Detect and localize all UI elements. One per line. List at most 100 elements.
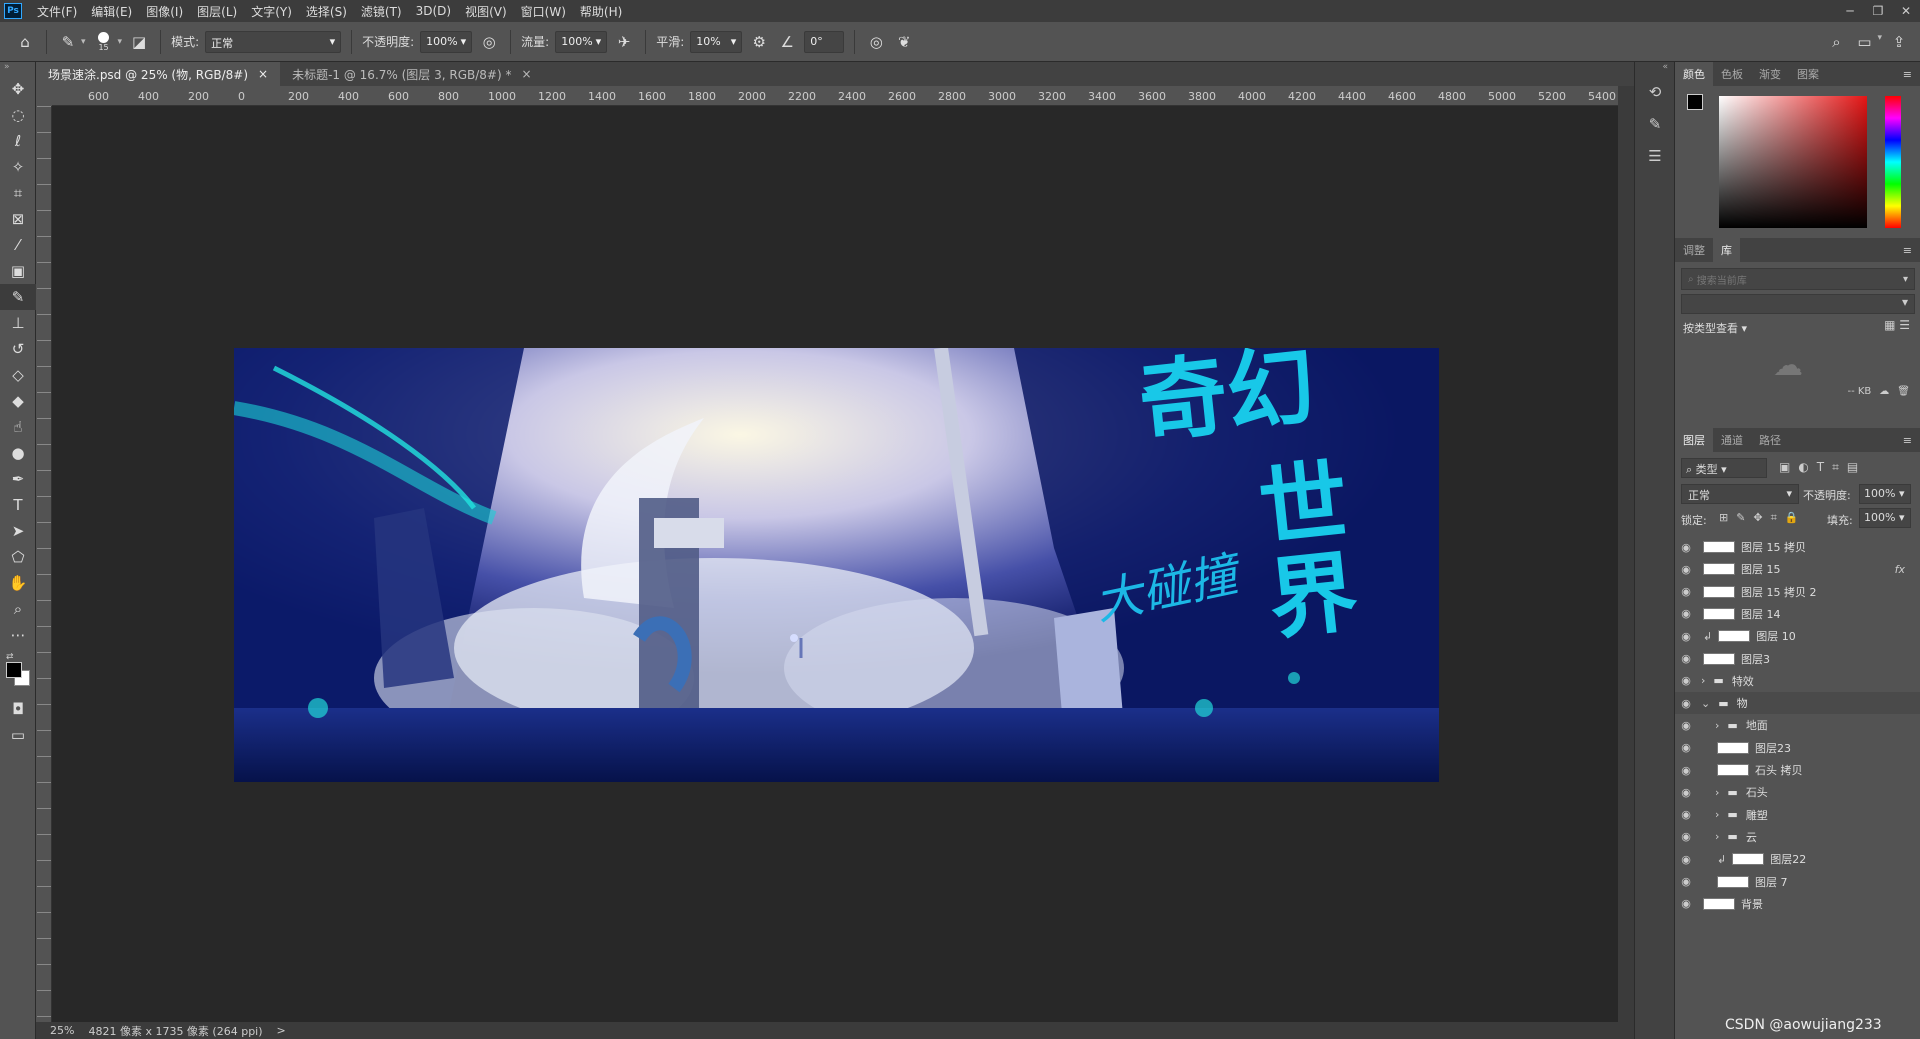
chevron-down-icon[interactable]: ▾	[1877, 33, 1882, 51]
opacity-input[interactable]: 100% ▾	[420, 30, 473, 53]
tab-gradients[interactable]: 渐变	[1751, 62, 1789, 86]
minimize-icon[interactable]: ─	[1836, 0, 1864, 22]
menu-select[interactable]: 选择(S)	[299, 3, 354, 20]
pressure-size-icon[interactable]: ◎	[865, 33, 887, 51]
layer-row[interactable]: ◉ › ▬ 石头	[1675, 781, 1920, 803]
menu-image[interactable]: 图像(I)	[139, 3, 190, 20]
layer-row[interactable]: ◉ › ▬ 特效	[1675, 670, 1920, 692]
view-by-type[interactable]: 按类型查看 ▾	[1683, 320, 1747, 336]
brush-tool-icon[interactable]: ✎	[57, 33, 79, 51]
panel-menu-icon[interactable]: ≡	[1895, 238, 1920, 262]
chevron-right-icon[interactable]: ›	[1701, 674, 1705, 687]
visibility-eye-icon[interactable]: ◉	[1675, 764, 1697, 777]
visibility-eye-icon[interactable]: ◉	[1675, 563, 1697, 576]
tab-patterns[interactable]: 图案	[1789, 62, 1827, 86]
menu-type[interactable]: 文字(Y)	[244, 3, 299, 20]
eyedropper-tool-icon[interactable]: ⁄	[0, 232, 36, 258]
visibility-eye-icon[interactable]: ◉	[1675, 853, 1697, 866]
artwork-canvas[interactable]: 奇幻 世界 大碰撞	[234, 348, 1439, 782]
frame-tool-icon[interactable]: ⊠	[0, 206, 36, 232]
visibility-eye-icon[interactable]: ◉	[1675, 541, 1697, 554]
collapse-icon[interactable]: «	[1635, 62, 1674, 76]
panel-menu-icon[interactable]: ≡	[1895, 62, 1920, 86]
layer-row[interactable]: ◉ 图层 7	[1675, 871, 1920, 893]
menu-3d[interactable]: 3D(D)	[409, 4, 458, 18]
layer-effects-icon[interactable]: fx	[1895, 563, 1905, 576]
brush-tool-icon[interactable]: ✎	[0, 284, 36, 310]
visibility-eye-icon[interactable]: ◉	[1675, 674, 1697, 687]
more-tools-icon[interactable]: ⋯	[0, 622, 36, 648]
airbrush-icon[interactable]: ✈	[613, 33, 635, 51]
color-swatches[interactable]: ⇄	[0, 648, 35, 696]
layer-row[interactable]: ◉ ↲ 图层22	[1675, 848, 1920, 870]
history-brush-tool-icon[interactable]: ↺	[0, 336, 36, 362]
close-icon[interactable]: ✕	[1892, 0, 1920, 22]
home-icon[interactable]: ⌂	[14, 33, 36, 51]
fill-input[interactable]: 100% ▾	[1859, 508, 1911, 528]
magic-wand-tool-icon[interactable]: ✧	[0, 154, 36, 180]
visibility-eye-icon[interactable]: ◉	[1675, 830, 1697, 843]
menu-help[interactable]: 帮助(H)	[573, 3, 629, 20]
menu-file[interactable]: 文件(F)	[30, 3, 84, 20]
clone-stamp-tool-icon[interactable]: ⊥	[0, 310, 36, 336]
chevron-down-icon[interactable]: ▾	[118, 37, 123, 47]
brush-settings-icon[interactable]: ◪	[128, 33, 150, 51]
visibility-eye-icon[interactable]: ◉	[1675, 897, 1697, 910]
adjustments-panel-icon[interactable]: ☰	[1635, 140, 1675, 172]
tab-swatches[interactable]: 色板	[1713, 62, 1751, 86]
layer-row[interactable]: ◉ 图层 14	[1675, 603, 1920, 625]
layer-row[interactable]: ◉ 背景	[1675, 893, 1920, 915]
chevron-right-icon[interactable]: ›	[1715, 830, 1719, 843]
tab-untitled-1[interactable]: 未标题-1 @ 16.7% (图层 3, RGB/8#) * ×	[280, 62, 543, 86]
screen-mode-icon[interactable]: ▭	[0, 722, 36, 748]
visibility-eye-icon[interactable]: ◉	[1675, 607, 1697, 620]
zoom-tool-icon[interactable]: ⌕	[0, 596, 36, 622]
menu-view[interactable]: 视图(V)	[458, 3, 514, 20]
lock-icons[interactable]: ⊞✎✥⌗🔒	[1719, 511, 1807, 525]
dodge-tool-icon[interactable]: ●	[0, 440, 36, 466]
visibility-eye-icon[interactable]: ◉	[1675, 875, 1697, 888]
healing-brush-tool-icon[interactable]: ▣	[0, 258, 36, 284]
blend-mode-select[interactable]: 正常 ▾	[1681, 484, 1799, 504]
visibility-eye-icon[interactable]: ◉	[1675, 719, 1697, 732]
layer-row[interactable]: ◉ ↲ 图层 10	[1675, 625, 1920, 647]
close-icon[interactable]: ×	[521, 67, 531, 81]
path-selection-tool-icon[interactable]: ➤	[0, 518, 36, 544]
chevron-down-icon[interactable]: ⌄	[1701, 697, 1710, 710]
visibility-eye-icon[interactable]: ◉	[1675, 741, 1697, 754]
history-panel-icon[interactable]: ⟲	[1635, 76, 1675, 108]
chevron-right-icon[interactable]: ›	[1715, 808, 1719, 821]
layer-row[interactable]: ◉ 图层 15 拷贝	[1675, 536, 1920, 558]
color-field[interactable]	[1719, 96, 1867, 228]
menu-layer[interactable]: 图层(L)	[190, 3, 244, 20]
restore-icon[interactable]: ❐	[1864, 0, 1892, 22]
layer-row[interactable]: ◉ 石头 拷贝	[1675, 759, 1920, 781]
cloud-sync-icon[interactable]: ☁	[1879, 386, 1889, 397]
layer-row[interactable]: ◉ 图层 15 fx	[1675, 558, 1920, 580]
zoom-level[interactable]: 25%	[50, 1024, 74, 1037]
library-select[interactable]: ▾	[1681, 294, 1915, 314]
quick-mask-icon[interactable]: ◘	[0, 696, 36, 722]
smoothing-input[interactable]: 10% ▾	[690, 30, 743, 53]
layer-filter-icons[interactable]: ▣◐T⌗▤	[1779, 460, 1866, 475]
visibility-eye-icon[interactable]: ◉	[1675, 786, 1697, 799]
tab-color[interactable]: 颜色	[1675, 62, 1713, 86]
angle-input[interactable]: 0°	[804, 30, 845, 53]
shape-tool-icon[interactable]: ⬠	[0, 544, 36, 570]
search-icon[interactable]: ⌕	[1825, 33, 1847, 51]
status-menu-arrow[interactable]: >	[277, 1024, 286, 1037]
menu-filter[interactable]: 滤镜(T)	[354, 3, 409, 20]
lasso-tool-icon[interactable]: ℓ	[0, 128, 36, 154]
visibility-eye-icon[interactable]: ◉	[1675, 652, 1697, 665]
foreground-color-swatch[interactable]	[1687, 94, 1703, 110]
flow-input[interactable]: 100% ▾	[555, 30, 608, 53]
pressure-opacity-icon[interactable]: ◎	[478, 33, 500, 51]
move-tool-icon[interactable]: ✥	[0, 76, 36, 102]
layer-row[interactable]: ◉ 图层23	[1675, 737, 1920, 759]
library-search-input[interactable]: ⌕ 搜索当前库 ▾	[1681, 268, 1915, 290]
hue-slider[interactable]	[1885, 96, 1901, 228]
layer-row[interactable]: ◉ 图层3	[1675, 648, 1920, 670]
paint-bucket-tool-icon[interactable]: ◆	[0, 388, 36, 414]
brush-settings-panel-icon[interactable]: ✎	[1635, 108, 1675, 140]
grid-view-icon[interactable]: ▦ ☰	[1884, 318, 1910, 332]
